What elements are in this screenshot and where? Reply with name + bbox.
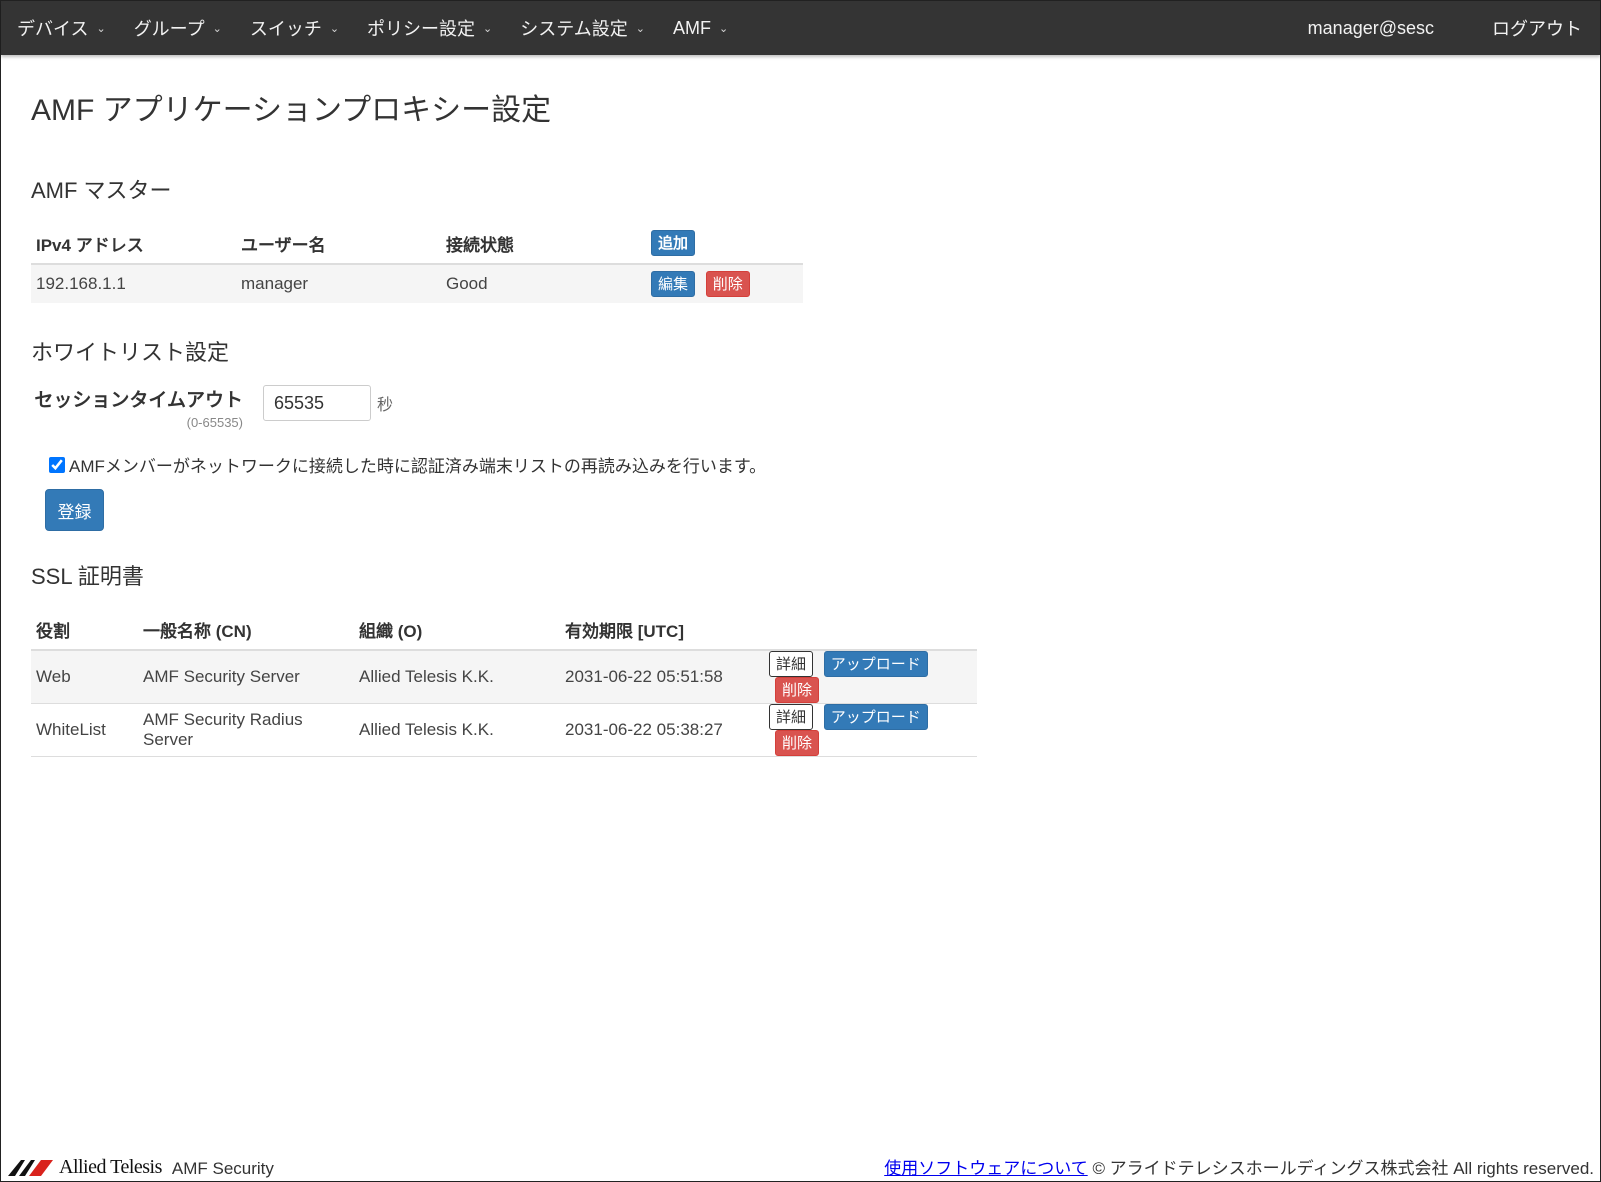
column-header-actions xyxy=(764,609,977,651)
nav-menu-group[interactable]: グループ ⌄ xyxy=(134,15,222,41)
nav-right: manager@sesc ログアウト xyxy=(1308,1,1600,55)
upload-button[interactable]: アップロード xyxy=(823,651,928,677)
master-ip: 192.168.1.1 xyxy=(31,264,236,303)
nav-menu-label: AMF xyxy=(672,17,711,38)
session-timeout-label-text: セッションタイムアウト xyxy=(34,390,243,411)
nav-menu-label: ポリシー設定 xyxy=(367,19,476,39)
nav-menu-label: デバイス xyxy=(17,19,89,39)
table-row: WhiteList AMF Security Radius Server All… xyxy=(31,703,977,757)
product-name: AMF Security xyxy=(171,1159,274,1178)
table-header-row: 役割 一般名称 (CN) 組織 (O) 有効期限 [UTC] xyxy=(31,609,977,651)
ssl-actions: 詳細 アップロード 削除 xyxy=(764,703,977,757)
copyright-text: © アライドテレシスホールディングス株式会社 All rights reserv… xyxy=(1092,1159,1594,1178)
chevron-down-icon: ⌄ xyxy=(96,22,106,35)
column-header-role: 役割 xyxy=(31,609,138,651)
chevron-down-icon: ⌄ xyxy=(635,22,645,35)
software-info-link[interactable]: 使用ソフトウェアについて xyxy=(884,1159,1088,1178)
master-status: Good xyxy=(441,264,646,303)
edit-button[interactable]: 編集 xyxy=(651,271,696,297)
master-actions: 編集 削除 xyxy=(646,264,803,303)
nav-menu-device[interactable]: デバイス ⌄ xyxy=(17,15,106,41)
nav-menu-amf[interactable]: AMF ⌄ xyxy=(673,18,728,39)
ssl-title: SSL 証明書 xyxy=(31,564,144,589)
ssl-cn: AMF Security Radius Server xyxy=(138,703,354,757)
table-row: 192.168.1.1 manager Good 編集 削除 xyxy=(31,264,803,303)
footer-brand: Allied Telesis AMF Security xyxy=(7,1155,274,1179)
company-logo: Allied Telesis xyxy=(7,1156,162,1179)
delete-button[interactable]: 削除 xyxy=(775,730,820,756)
nav-menu-switch[interactable]: スイッチ ⌄ xyxy=(250,15,339,41)
master-user: manager xyxy=(236,264,441,303)
table-header-row: IPv4 アドレス ユーザー名 接続状態 追加 xyxy=(31,223,803,265)
session-timeout-input[interactable] xyxy=(263,385,371,421)
nav-menu-label: システム設定 xyxy=(520,19,628,39)
current-user: manager@sesc xyxy=(1307,17,1434,38)
upload-button[interactable]: アップロード xyxy=(823,704,928,730)
column-header-user: ユーザー名 xyxy=(236,223,441,265)
logout-link[interactable]: ログアウト xyxy=(1492,15,1582,41)
ssl-org: Allied Telesis K.K. xyxy=(354,650,560,704)
page-title: AMF アプリケーションプロキシー設定 xyxy=(31,94,552,127)
session-timeout-label: セッションタイムアウト (0-65535) xyxy=(31,385,243,430)
footer-info: 使用ソフトウェアについて © アライドテレシスホールディングス株式会社 All … xyxy=(884,1154,1594,1179)
register-button[interactable]: 登録 xyxy=(45,489,104,531)
detail-button[interactable]: 詳細 xyxy=(769,704,814,730)
nav-menu-label: スイッチ xyxy=(249,19,322,39)
column-header-status: 接続状態 xyxy=(441,223,646,265)
column-header-actions: 追加 xyxy=(646,223,803,265)
ssl-org: Allied Telesis K.K. xyxy=(354,703,560,757)
table-row: Web AMF Security Server Allied Telesis K… xyxy=(31,650,977,704)
ssl-actions: 詳細 アップロード 削除 xyxy=(764,650,977,704)
nav-menu-system[interactable]: システム設定 ⌄ xyxy=(520,15,645,41)
ssl-role: Web xyxy=(31,650,138,704)
session-timeout-range: (0-65535) xyxy=(186,415,243,430)
column-header-ip: IPv4 アドレス xyxy=(31,223,236,265)
chevron-down-icon: ⌄ xyxy=(212,22,222,35)
reload-checkbox-label: AMFメンバーがネットワークに接続した時に認証済み端末リストの再読み込みを行いま… xyxy=(69,457,767,476)
company-logo-icon xyxy=(8,1160,53,1176)
chevron-down-icon: ⌄ xyxy=(483,22,493,35)
ssl-expiry: 2031-06-22 05:51:58 xyxy=(560,650,764,704)
amf-master-table: IPv4 アドレス ユーザー名 接続状態 追加 192.168.1.1 mana… xyxy=(31,223,803,303)
amf-master-title: AMF マスター xyxy=(31,178,172,203)
detail-button[interactable]: 詳細 xyxy=(769,651,814,677)
reload-option: AMFメンバーがネットワークに接続した時に認証済み端末リストの再読み込みを行いま… xyxy=(49,452,1131,477)
top-navbar: デバイス ⌄ グループ ⌄ スイッチ ⌄ ポリシー設定 ⌄ システム設定 ⌄ AMF ⌄ m… xyxy=(1,1,1600,55)
ssl-certificate-table: 役割 一般名称 (CN) 組織 (O) 有効期限 [UTC] Web AMF S… xyxy=(31,609,977,757)
session-timeout-row: セッションタイムアウト (0-65535) 秒 xyxy=(31,385,1131,430)
ssl-expiry: 2031-06-22 05:38:27 xyxy=(560,703,764,757)
session-timeout-unit: 秒 xyxy=(377,397,394,414)
ssl-role: WhiteList xyxy=(31,703,138,757)
nav-menu: デバイス ⌄ グループ ⌄ スイッチ ⌄ ポリシー設定 ⌄ システム設定 ⌄ AMF ⌄ xyxy=(1,1,756,55)
nav-menu-policy[interactable]: ポリシー設定 ⌄ xyxy=(367,15,492,41)
logo-text: Allied Telesis xyxy=(59,1155,162,1178)
chevron-down-icon: ⌄ xyxy=(329,22,340,35)
column-header-cn: 一般名称 (CN) xyxy=(138,609,354,651)
reload-checkbox[interactable] xyxy=(49,456,65,473)
delete-button[interactable]: 削除 xyxy=(705,271,750,297)
whitelist-title: ホワイトリスト設定 xyxy=(31,340,230,365)
delete-button[interactable]: 削除 xyxy=(775,677,820,703)
add-master-button[interactable]: 追加 xyxy=(651,230,696,256)
column-header-expiry: 有効期限 [UTC] xyxy=(560,609,764,651)
nav-menu-label: グループ xyxy=(133,19,205,39)
column-header-org: 組織 (O) xyxy=(354,609,560,651)
main-content: AMF アプリケーションプロキシー設定 AMF マスター IPv4 アドレス ユ… xyxy=(31,85,1131,757)
chevron-down-icon: ⌄ xyxy=(718,22,729,35)
ssl-cn: AMF Security Server xyxy=(138,650,354,704)
